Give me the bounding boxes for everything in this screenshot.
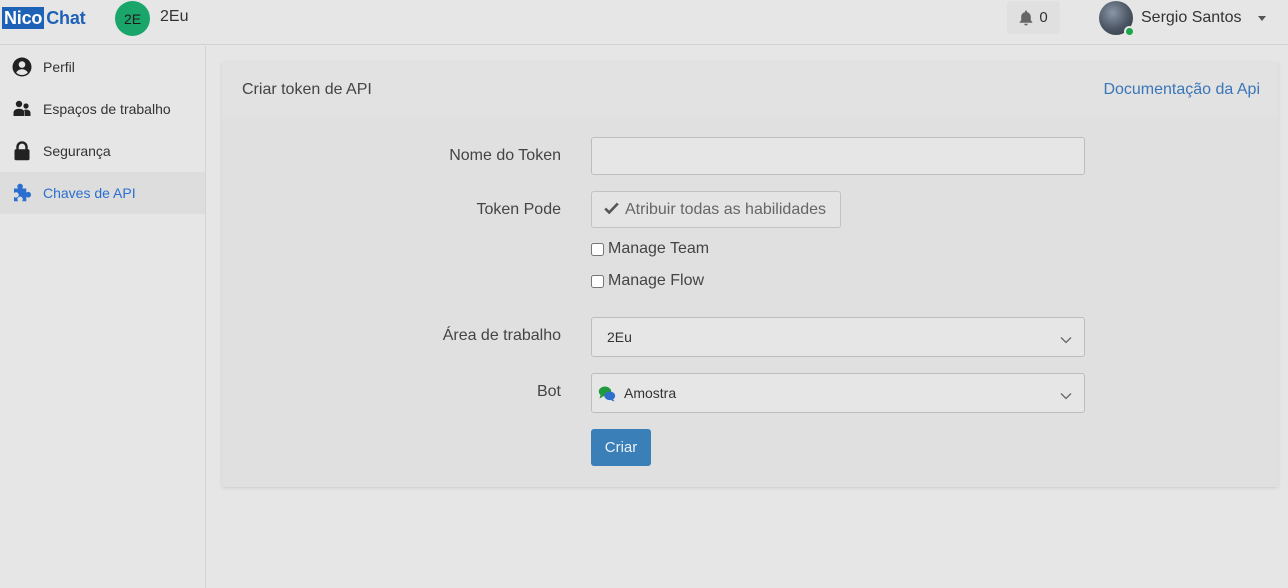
ability-manage-team[interactable]: Manage Team: [591, 240, 709, 258]
create-button[interactable]: Criar: [591, 429, 651, 466]
sidebar-item-workspaces[interactable]: Espaços de trabalho: [0, 88, 205, 130]
sidebar-item-label: Segurança: [43, 143, 111, 159]
top-bar: Nico Chat 2E 2Eu 0 Sergio Santos: [0, 0, 1288, 45]
chevron-down-icon: [1060, 331, 1072, 347]
ability-manage-flow[interactable]: Manage Flow: [591, 272, 704, 290]
chevron-down-icon: [1060, 387, 1072, 403]
check-icon: [604, 201, 619, 219]
ability-label: Manage Flow: [608, 272, 705, 289]
users-icon: [11, 99, 32, 120]
user-circle-icon: [11, 57, 32, 78]
sidebar-item-label: Perfil: [43, 59, 75, 75]
ability-label: Manage Team: [608, 240, 710, 257]
manage-flow-checkbox[interactable]: [591, 274, 604, 288]
token-name-label: Nome do Token: [449, 147, 561, 164]
logo-part-2: Chat: [46, 8, 86, 28]
sidebar-item-label: Chaves de API: [43, 185, 136, 201]
sidebar: Perfil Espaços de trabalho Segurança Cha…: [0, 46, 206, 588]
api-docs-link[interactable]: Documentação da Api: [1103, 81, 1260, 99]
online-status-icon: [1124, 26, 1135, 37]
workspace-name[interactable]: 2Eu: [160, 8, 188, 26]
create-token-card: Criar token de API Documentação da Api: [222, 62, 1278, 487]
logo[interactable]: Nico Chat: [2, 7, 86, 29]
user-menu[interactable]: Sergio Santos: [1099, 1, 1266, 37]
notification-count: 0: [1039, 9, 1048, 26]
sidebar-item-perfil[interactable]: Perfil: [0, 46, 205, 88]
avatar: [1099, 1, 1135, 37]
card-title: Criar token de API: [242, 80, 372, 98]
bell-icon: [1019, 10, 1033, 26]
bot-label: Bot: [536, 383, 561, 400]
assign-all-abilities-button[interactable]: Atribuir todas as habilidades: [591, 191, 841, 228]
sidebar-item-security[interactable]: Segurança: [0, 130, 205, 172]
bot-select-value: Amostra: [624, 385, 677, 401]
bot-select[interactable]: Amostra: [591, 373, 1085, 413]
puzzle-icon: [11, 183, 32, 204]
sidebar-item-label: Espaços de trabalho: [43, 101, 171, 117]
assign-all-label: Atribuir todas as habilidades: [625, 200, 827, 218]
lock-icon: [11, 141, 32, 162]
notifications-button[interactable]: 0: [1007, 1, 1060, 34]
card-header: Criar token de API Documentação da Api: [222, 62, 1278, 117]
logo-part-1: Nico: [2, 7, 45, 29]
token-name-input[interactable]: [591, 137, 1085, 175]
workspace-select-value: 2Eu: [607, 329, 632, 345]
caret-down-icon: [1257, 15, 1266, 21]
workspace-label: Área de trabalho: [442, 327, 561, 344]
manage-team-checkbox[interactable]: [591, 242, 604, 256]
workspace-select[interactable]: 2Eu: [591, 317, 1085, 357]
chat-bubbles-icon: [598, 385, 616, 402]
sidebar-item-api-keys[interactable]: Chaves de API: [0, 172, 205, 214]
token-can-label: Token Pode: [476, 201, 561, 218]
user-name: Sergio Santos: [1141, 9, 1242, 26]
workspace-avatar[interactable]: 2E: [115, 1, 150, 36]
